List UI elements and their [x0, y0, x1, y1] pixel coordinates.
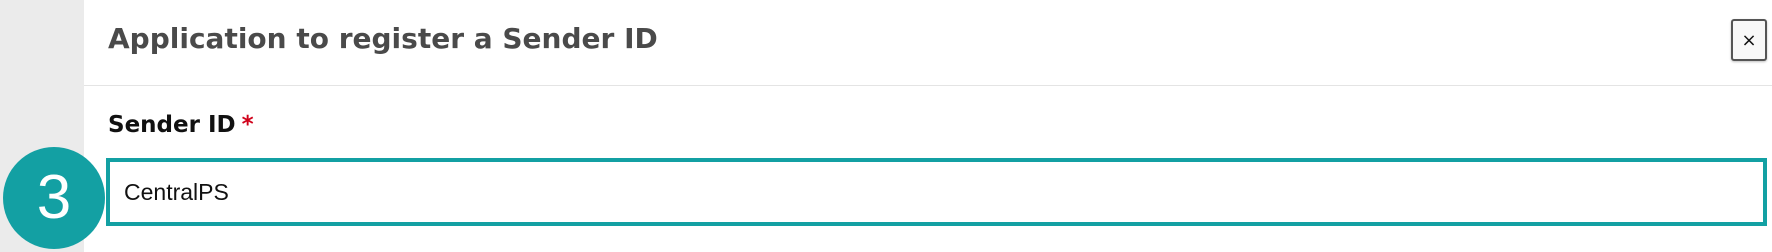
sender-id-label: Sender ID * [108, 112, 254, 138]
required-asterisk: * [241, 112, 254, 138]
close-button[interactable]: × [1731, 19, 1767, 61]
modal-header: Application to register a Sender ID × [84, 0, 1772, 86]
step-number-badge: 3 [3, 147, 105, 249]
sender-id-field-wrapper [106, 158, 1767, 226]
modal-title: Application to register a Sender ID [108, 22, 658, 55]
sender-id-label-text: Sender ID [108, 112, 236, 138]
sender-id-input[interactable] [110, 162, 1763, 222]
register-sender-id-modal: Application to register a Sender ID × Se… [84, 0, 1772, 252]
